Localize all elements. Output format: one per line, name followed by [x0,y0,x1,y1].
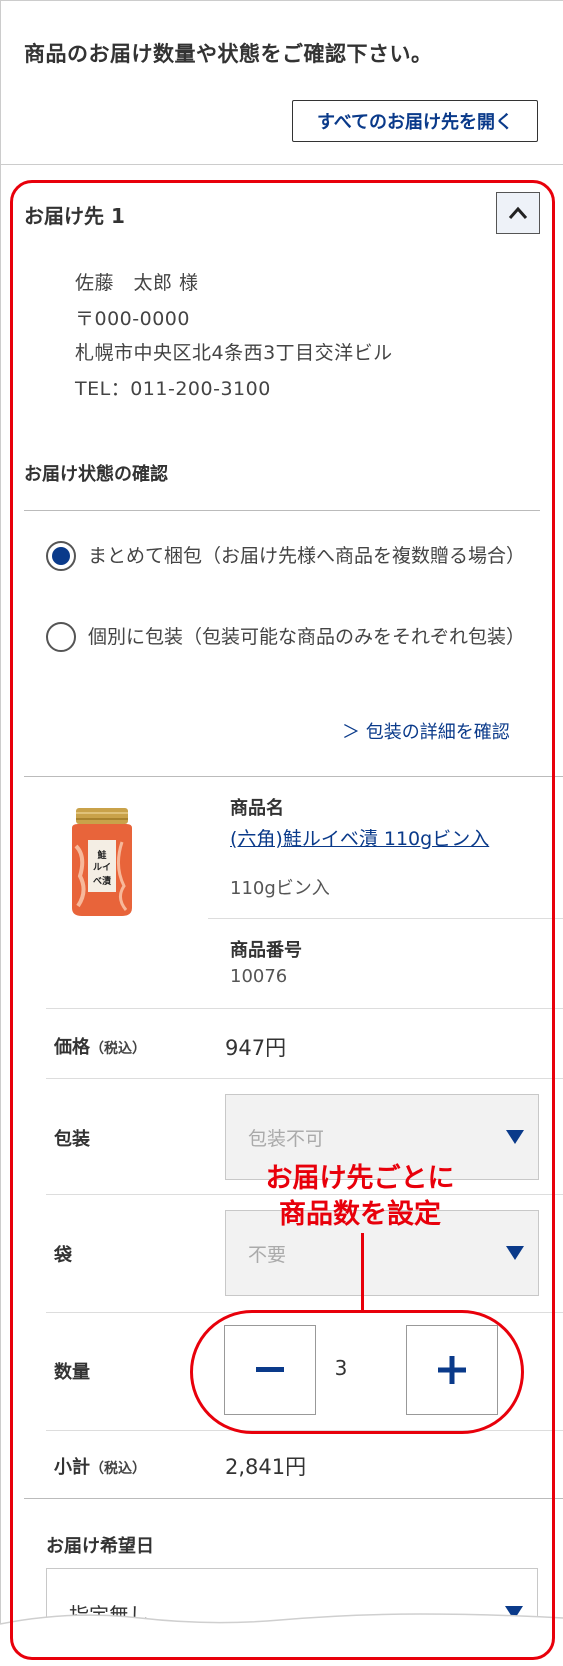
radio-bundle-packaging[interactable] [46,541,76,571]
product-variant: 110gビン入 [230,878,330,899]
svg-text:ルイ: ルイ [93,862,111,873]
price-divider [46,1008,563,1009]
quantity-value: 3 [334,1356,348,1380]
product-number-label: 商品番号 [230,940,302,961]
dropdown-arrow-icon [506,1246,524,1260]
quantity-increase-button[interactable] [406,1325,498,1415]
bag-select-value: 不要 [248,1243,287,1266]
delivery-date-label: お届け希望日 [46,1536,154,1557]
bundle-packaging-label: まとめて梱包（お届け先様へ商品を複数贈る場合） [88,545,526,567]
torn-page-edge [0,1613,563,1666]
delivery-date-divider [24,1498,563,1499]
price-label-group: 価格（税込） [54,1033,146,1059]
salmon-jar-image: 鮭 ルイ べ漬 [72,808,132,916]
wrapping-label: 包装 [54,1129,90,1150]
price-value: 947円 [225,1036,287,1060]
product-info-divider [208,918,563,919]
destination-highlight-frame [10,180,555,1660]
callout-line-2: 商品数を設定 [279,1199,441,1230]
dropdown-arrow-icon [506,1130,524,1144]
delivery-state-heading: お届け状態の確認 [24,464,168,485]
destination-title: お届け先 1 [24,204,125,228]
subtotal-divider [46,1430,563,1431]
header-divider [0,164,563,165]
subtotal-value: 2,841円 [225,1455,307,1479]
product-section-divider [24,776,563,777]
product-name-label: 商品名 [230,798,284,819]
subtotal-tax-note: （税込） [90,1461,146,1477]
page-instruction-title: 商品のお届け数量や状態をご確認下さい。 [24,42,433,66]
open-all-destinations-button[interactable]: すべてのお届け先を開く [292,100,538,142]
bag-label: 袋 [54,1245,72,1266]
wrapping-divider [46,1078,563,1079]
radio-individual-wrapping[interactable] [46,622,76,652]
callout-pointer-line [361,1233,364,1311]
product-number: 10076 [230,966,288,987]
subtotal-label: 小計 [54,1457,90,1478]
recipient-phone: TEL：011-200-3100 [75,378,271,400]
product-name-prefix[interactable]: (六角) [230,828,283,850]
wrapping-detail-link[interactable]: ＞ 包装の詳細を確認 [342,718,510,744]
product-image: 鮭 ルイ べ漬 [66,806,138,918]
product-name-main[interactable]: 鮭ルイベ漬 110gビン入 [283,828,489,850]
radio-selected-dot [52,547,70,565]
callout-text: お届け先ごとに 商品数を設定 [240,1161,480,1233]
collapse-destination-button[interactable] [496,192,540,234]
chevron-up-icon [508,206,528,219]
left-frame-border [0,0,1,1666]
quantity-decrease-button[interactable] [224,1325,316,1415]
minus-icon [256,1367,284,1372]
svg-text:べ漬: べ漬 [93,875,112,887]
delivery-state-divider [24,510,540,511]
callout-line-1: お届け先ごとに [265,1163,455,1194]
product-name-link[interactable]: (六角)鮭ルイベ漬 110gビン入 [230,824,489,851]
subtotal-label-group: 小計（税込） [54,1453,146,1479]
plus-icon [438,1356,466,1384]
top-frame-border [0,0,563,1]
recipient-name: 佐藤 太郎 様 [75,272,199,294]
svg-text:鮭: 鮭 [96,849,106,861]
quantity-divider [46,1312,563,1313]
recipient-postal-code: 〒000-0000 [75,308,190,330]
price-tax-note: （税込） [90,1041,146,1057]
wrapping-select-value: 包装不可 [248,1127,325,1150]
recipient-address: 札幌市中央区北4条西3丁目交洋ビル [75,342,393,364]
quantity-label: 数量 [54,1362,90,1383]
price-label: 価格 [54,1037,90,1058]
individual-wrapping-label: 個別に包装（包装可能な商品のみをそれぞれ包装） [88,626,526,648]
